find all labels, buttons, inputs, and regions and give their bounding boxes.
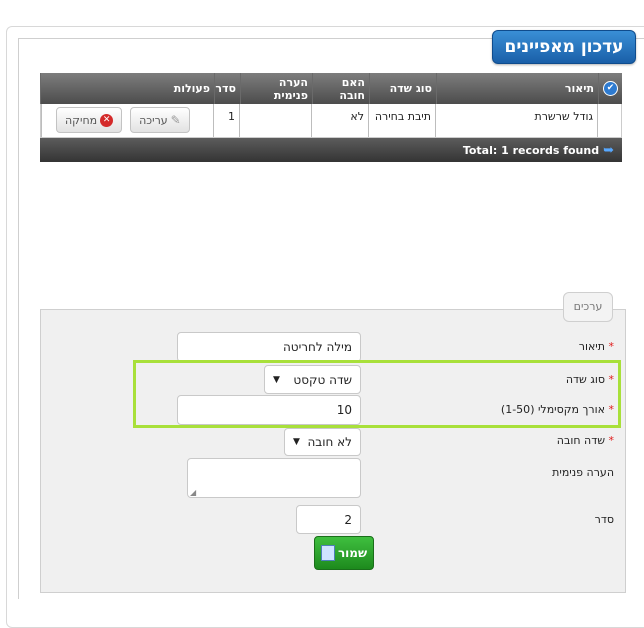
- check-icon: ✔: [603, 81, 618, 96]
- order-input[interactable]: 2: [296, 505, 361, 534]
- save-button[interactable]: שמור: [314, 536, 374, 570]
- cell-description: גודל שרשרת: [435, 104, 597, 137]
- delete-button[interactable]: ✕ מחיקה: [56, 107, 123, 133]
- edit-button[interactable]: ✎ עריכה: [130, 107, 190, 133]
- page-title: עדכון מאפיינים: [492, 30, 636, 64]
- required-value: לא חובה: [307, 435, 352, 449]
- delete-icon: ✕: [100, 113, 114, 127]
- description-label: * תיאור: [578, 340, 614, 353]
- description-input[interactable]: מילה לחריטה: [177, 332, 361, 362]
- grid-header: ✔ תיאור סוג שדה האם חובה הערה פנימית סדר…: [40, 73, 622, 104]
- delete-button-label: מחיקה: [65, 113, 98, 127]
- cell-field-type: תיבת בחירה: [368, 104, 435, 137]
- required-select[interactable]: לא חובה ▼: [284, 428, 361, 456]
- column-header-description[interactable]: תיאור: [436, 73, 598, 104]
- required-label: * שדה חובה: [556, 434, 614, 447]
- select-all-checkbox[interactable]: ✔: [598, 73, 622, 104]
- column-header-field-type[interactable]: סוג שדה: [369, 73, 436, 104]
- arrow-icon: ➥: [603, 142, 614, 158]
- column-header-actions: פעולות: [40, 73, 214, 104]
- edit-icon: ✎: [170, 113, 181, 127]
- internal-note-textarea[interactable]: [187, 458, 361, 498]
- edit-button-label: עריכה: [139, 113, 168, 127]
- cell-order: 1: [213, 104, 239, 137]
- highlight-box: [133, 360, 621, 428]
- cell-required: לא: [311, 104, 368, 137]
- column-header-internal-note[interactable]: הערה פנימית: [240, 73, 312, 104]
- tab-values[interactable]: ערכים: [563, 292, 613, 322]
- column-header-required[interactable]: האם חובה: [312, 73, 369, 104]
- table-row[interactable]: גודל שרשרת תיבת בחירה לא 1 ✕ מחיקה ✎ ערי…: [40, 104, 622, 138]
- order-label: סדר: [594, 513, 614, 526]
- chevron-down-icon: ▼: [293, 437, 300, 447]
- grid-footer: ➥ Total: 1 records found: [40, 138, 622, 162]
- cell-internal-note: [239, 104, 311, 137]
- cell-actions: ✕ מחיקה ✎ עריכה: [41, 104, 213, 137]
- save-button-label: שמור: [337, 546, 368, 560]
- records-total: Total: 1 records found: [462, 143, 600, 157]
- resize-handle-icon[interactable]: ◢: [190, 488, 196, 590]
- internal-note-label: הערה פנימית: [552, 466, 614, 479]
- column-header-order[interactable]: סדר: [214, 73, 240, 104]
- row-checkbox-cell: [597, 104, 621, 137]
- save-icon: [320, 545, 335, 561]
- properties-grid: ✔ תיאור סוג שדה האם חובה הערה פנימית סדר…: [40, 73, 622, 162]
